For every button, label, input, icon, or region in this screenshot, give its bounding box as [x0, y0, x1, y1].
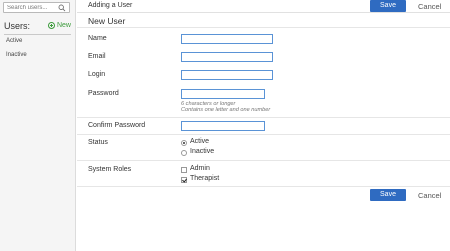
save-button-bottom[interactable]: Save: [370, 189, 406, 201]
plus-circle-icon: [47, 22, 55, 29]
form-title: New User: [88, 16, 126, 26]
status-active-label: Active: [190, 138, 210, 145]
confirm-password-field[interactable]: [181, 121, 265, 131]
role-therapist-label: Therapist: [190, 175, 220, 182]
confirm-divider: [77, 134, 450, 135]
password-divider: [77, 117, 450, 118]
top-bar: Adding a User Save Cancel: [77, 0, 450, 13]
search-icon[interactable]: [58, 4, 66, 12]
login-field[interactable]: [181, 70, 273, 80]
name-field[interactable]: [181, 34, 273, 44]
login-label: Login: [88, 71, 106, 78]
cancel-button-bottom[interactable]: Cancel: [418, 191, 441, 200]
status-label: Status: [88, 139, 108, 146]
password-label: Password: [88, 90, 119, 97]
email-field[interactable]: [181, 52, 273, 62]
status-divider: [77, 160, 450, 161]
breadcrumb: Adding a User: [88, 2, 133, 9]
main-panel: Adding a User Save Cancel New User Name …: [77, 0, 450, 251]
new-user-label: New: [56, 22, 71, 29]
role-therapist-checkbox[interactable]: [181, 177, 187, 183]
system-roles-label: System Roles: [88, 166, 132, 173]
status-inactive-radio[interactable]: [181, 150, 187, 156]
role-admin-checkbox[interactable]: [181, 167, 187, 173]
save-button-top[interactable]: Save: [370, 0, 406, 12]
cancel-button-top[interactable]: Cancel: [418, 2, 441, 11]
status-active-radio[interactable]: [181, 140, 187, 146]
status-inactive-label: Inactive: [190, 148, 215, 155]
confirm-password-label: Confirm Password: [88, 122, 146, 129]
sidebar-item-inactive[interactable]: Inactive: [6, 52, 27, 58]
sidebar: Users: New Active Inactive: [0, 0, 76, 251]
new-user-button[interactable]: New: [47, 22, 71, 29]
role-admin-label: Admin: [190, 165, 210, 172]
form-divider: [77, 27, 450, 28]
password-field[interactable]: [181, 89, 265, 99]
password-hint-composition: Contains one letter and one number: [181, 107, 271, 113]
search-input[interactable]: [4, 3, 61, 12]
search-box: [3, 2, 70, 13]
sidebar-divider: [4, 34, 71, 35]
sidebar-item-active[interactable]: Active: [6, 38, 22, 44]
users-header: Users: New: [4, 21, 71, 33]
users-title: Users:: [4, 21, 31, 31]
email-label: Email: [88, 53, 106, 60]
roles-divider: [77, 186, 450, 187]
name-label: Name: [88, 35, 107, 42]
